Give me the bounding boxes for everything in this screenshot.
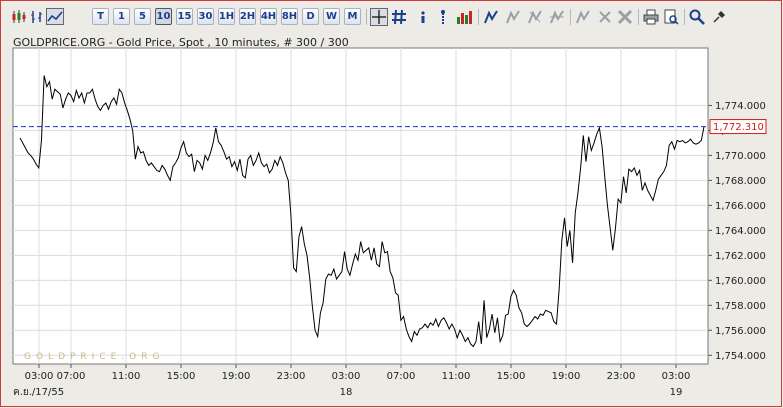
y-tick-label: 1,760.000: [715, 276, 766, 287]
x-tick-label: 11:00: [442, 371, 471, 382]
y-tick-label: 1,770.000: [715, 151, 766, 162]
x-tick-label: 07:00: [387, 371, 416, 382]
y-tick-label: 1,766.000: [715, 201, 766, 212]
x-tick-label: 07:00: [57, 371, 86, 382]
last-price-label: 1,772.310: [713, 122, 764, 133]
y-axis: 1,774.0001,772.0001,770.0001,768.0001,76…: [708, 101, 766, 362]
y-tick-label: 1,756.000: [715, 326, 766, 337]
plot-area[interactable]: [12, 47, 709, 365]
date-label: 19: [670, 387, 683, 398]
x-tick-label: 15:00: [497, 371, 526, 382]
y-tick-label: 1,764.000: [715, 226, 766, 237]
x-tick-label: 03:00: [332, 371, 361, 382]
x-tick-label: 19:00: [222, 371, 251, 382]
x-tick-label: 11:00: [112, 371, 141, 382]
watermark: GOLDPRICE.ORG: [24, 352, 164, 362]
y-tick-label: 1,768.000: [715, 176, 766, 187]
x-tick-label: 23:00: [607, 371, 636, 382]
y-tick-label: 1,754.000: [715, 351, 766, 362]
y-tick-label: 1,762.000: [715, 251, 766, 262]
y-tick-label: 1,758.000: [715, 301, 766, 312]
y-tick-label: 1,774.000: [715, 101, 766, 112]
date-label: 18: [340, 387, 353, 398]
x-tick-label: 03:00: [25, 371, 54, 382]
price-chart: GOLDPRICE.ORG 1,774.0001,772.0001,770.00…: [12, 47, 767, 398]
x-tick-label: 15:00: [167, 371, 196, 382]
x-axis: 03:00 07:00 11:00 15:00 19:00 23:00 03:00 07:00…: [13, 364, 690, 398]
date-label: ค.ย./17/55: [13, 387, 64, 398]
x-tick-label: 03:00: [662, 371, 691, 382]
x-tick-label: 19:00: [552, 371, 581, 382]
x-tick-label: 23:00: [277, 371, 306, 382]
